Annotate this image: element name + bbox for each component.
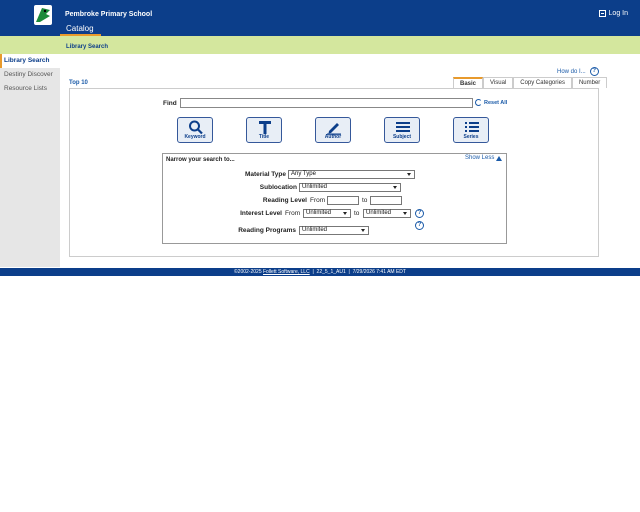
- footer-company-link[interactable]: Follett Software, LLC: [263, 269, 310, 275]
- tab-catalog[interactable]: Catalog: [59, 24, 101, 36]
- material-type-label: Material Type: [244, 171, 286, 178]
- reading-level-from-label: From: [310, 197, 326, 204]
- sublocation-select[interactable]: Unlimited: [299, 183, 401, 192]
- top10-link[interactable]: Top 10: [69, 80, 88, 86]
- author-label: Author: [324, 134, 342, 140]
- reading-level-label: Reading Level: [262, 197, 307, 204]
- footer-copyright: ©2002-2025: [234, 269, 262, 275]
- login-icon: [598, 10, 606, 17]
- narrow-title: Narrow your search to...: [166, 157, 235, 163]
- breadcrumb-bar: Library Search: [0, 36, 640, 54]
- reset-icon: [475, 99, 482, 106]
- how-do-i-label: How do I...: [557, 68, 586, 75]
- interest-level-label: Interest Level: [240, 210, 282, 217]
- tab-number[interactable]: Number: [571, 77, 608, 88]
- interest-level-help-icon[interactable]: ?: [415, 209, 424, 218]
- search-tabs: Basic Visual Copy Categories Number: [453, 77, 608, 88]
- pen-icon: [327, 123, 341, 135]
- numbered-list-icon: [465, 122, 479, 132]
- collapse-arrow-icon: [496, 155, 503, 161]
- reading-level-from-input[interactable]: [327, 196, 359, 205]
- keyword-label: Keyword: [184, 134, 206, 140]
- title-search-button[interactable]: Title: [246, 117, 282, 143]
- reset-label: Reset All: [484, 99, 508, 106]
- show-less-label: Show Less: [465, 155, 495, 161]
- interest-level-to-select[interactable]: Unlimited: [363, 209, 411, 218]
- lines-icon: [396, 122, 410, 132]
- footer: ©2002-2025 Follett Software, LLC | 22_5_…: [0, 268, 640, 276]
- reading-programs-label: Reading Programs: [238, 227, 296, 234]
- school-logo-icon: [34, 5, 52, 25]
- footer-datetime: 7/29/2026 7:41 AM EDT: [352, 269, 406, 275]
- tab-basic[interactable]: Basic: [453, 77, 484, 88]
- series-search-button[interactable]: Series: [453, 117, 489, 143]
- reset-all-button[interactable]: Reset All: [475, 99, 507, 106]
- author-search-button[interactable]: Author: [315, 117, 351, 143]
- login-label: Log In: [608, 10, 628, 17]
- interest-level-from-label: From: [285, 210, 301, 217]
- page-title: Library Search: [66, 44, 109, 50]
- sidebar: Library Search Destiny Discover Resource…: [0, 54, 60, 267]
- sidebar-item-library-search[interactable]: Library Search: [0, 54, 60, 68]
- title-label: Title: [258, 134, 270, 140]
- keyword-search-button[interactable]: Keyword: [177, 117, 213, 143]
- reading-level-to-label: to: [362, 197, 368, 204]
- find-label: Find: [163, 100, 177, 107]
- reading-programs-select[interactable]: Unlimited: [299, 226, 369, 235]
- series-label: Series: [463, 134, 479, 140]
- interest-level-from-select[interactable]: Unlimited: [303, 209, 351, 218]
- reading-level-to-input[interactable]: [370, 196, 402, 205]
- magnifier-icon: [189, 120, 203, 135]
- footer-version: 22_5_1_AU1: [316, 269, 346, 275]
- top-header: Pembroke Primary School Catalog Log In: [0, 0, 640, 36]
- find-input[interactable]: [180, 98, 473, 108]
- tab-copy-categories[interactable]: Copy Categories: [513, 77, 572, 88]
- sidebar-item-resource-lists[interactable]: Resource Lists: [0, 82, 60, 96]
- how-do-i-link[interactable]: How do I... ?: [557, 67, 599, 76]
- help-icon[interactable]: ?: [589, 67, 599, 76]
- interest-level-to-label: to: [354, 210, 360, 217]
- sidebar-item-destiny-discover[interactable]: Destiny Discover: [0, 68, 60, 82]
- material-type-select[interactable]: Any Type: [288, 170, 415, 179]
- school-name: Pembroke Primary School: [65, 11, 153, 18]
- title-t-icon: [259, 121, 271, 134]
- show-less-link[interactable]: Show Less: [465, 155, 503, 161]
- subject-search-button[interactable]: Subject: [384, 117, 420, 143]
- subject-label: Subject: [392, 134, 412, 140]
- sublocation-label: Sublocation: [259, 184, 297, 191]
- reading-programs-help-icon[interactable]: ?: [415, 221, 424, 230]
- tab-visual[interactable]: Visual: [483, 77, 514, 88]
- login-link[interactable]: Log In: [598, 10, 628, 17]
